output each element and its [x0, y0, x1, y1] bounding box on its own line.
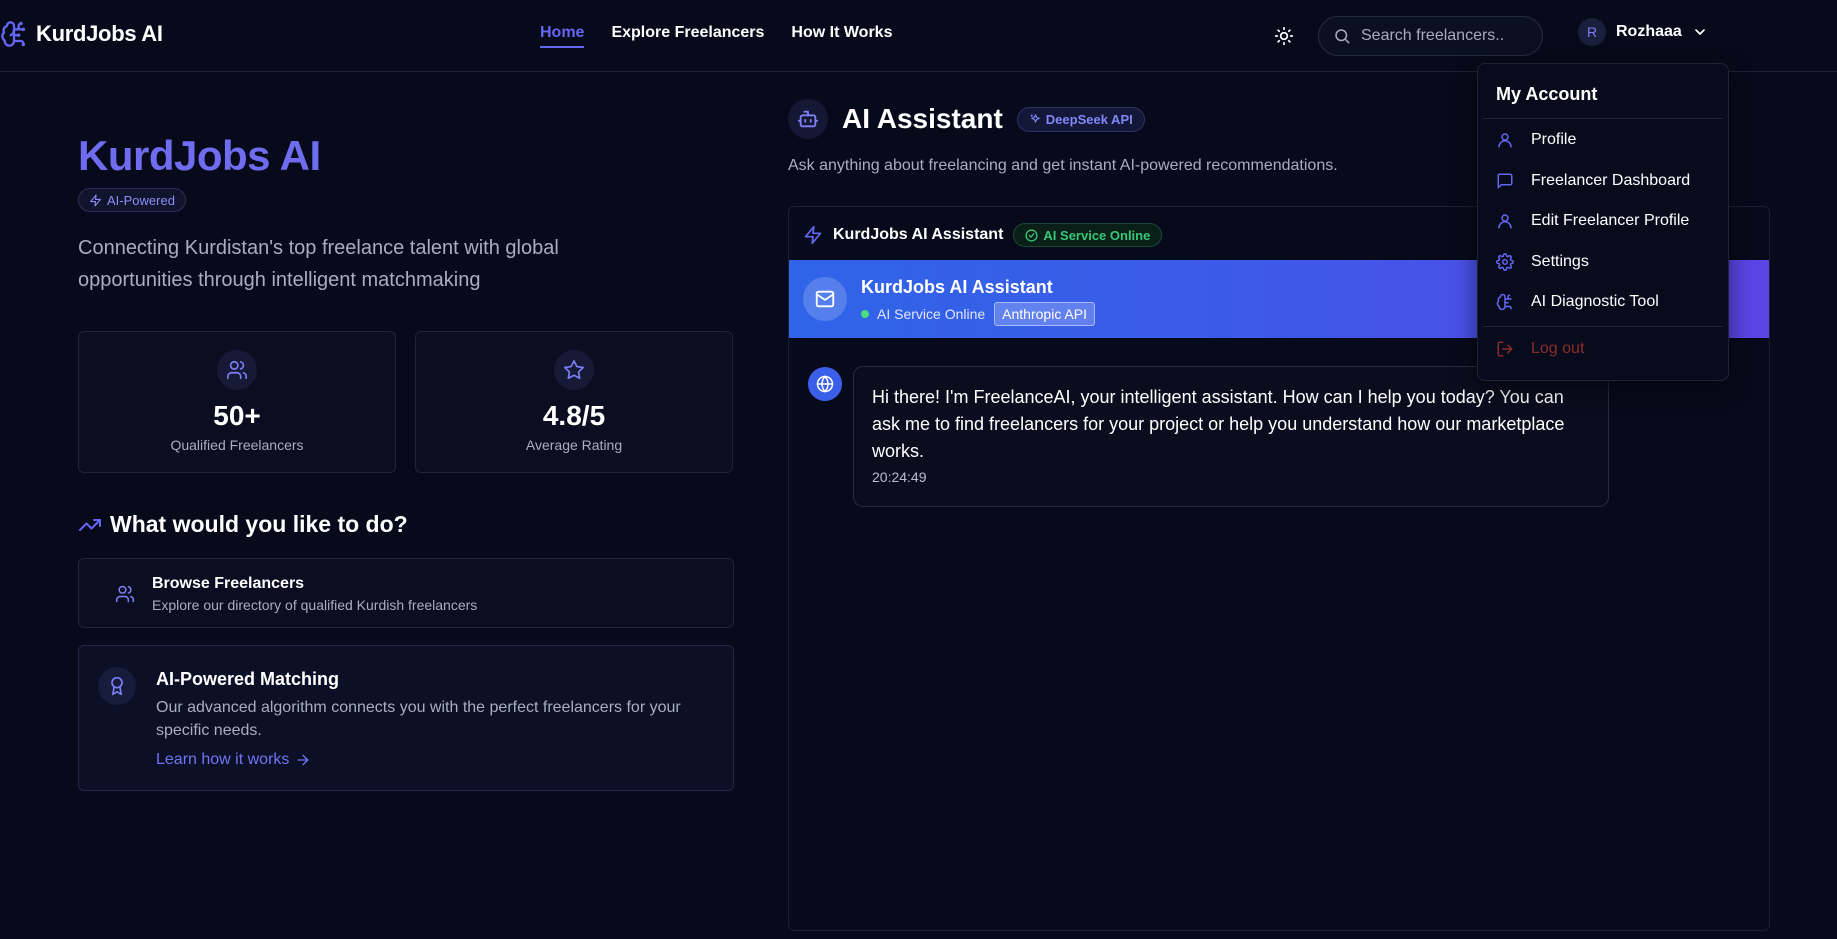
chat-panel-header: KurdJobs AI Assistant AI Service Online: [803, 223, 1163, 247]
assistant-status: AI Service Online Anthropic API: [861, 302, 1095, 326]
status-badge: AI Service Online: [1013, 223, 1163, 247]
chat-panel-title: KurdJobs AI Assistant: [833, 226, 1004, 243]
users-icon: [115, 584, 135, 604]
online-dot-icon: [861, 310, 869, 318]
ai-matching-card: AI-Powered Matching Our advanced algorit…: [78, 645, 734, 791]
browse-title: Browse Freelancers: [152, 575, 305, 592]
status-badge-label: AI Service Online: [1043, 227, 1151, 243]
check-circle-icon: [1025, 228, 1038, 242]
assistant-title: AI Assistant: [842, 103, 1003, 134]
award-icon: [98, 667, 136, 705]
menu-item-label: Profile: [1531, 131, 1577, 148]
theme-toggle-button[interactable]: [1274, 26, 1294, 46]
users-icon: [217, 350, 257, 390]
sparkles-icon: [1029, 113, 1042, 126]
assistant-message: Hi there! I'm FreelanceAI, your intellig…: [853, 366, 1609, 507]
menu-item-edit-freelancer-profile[interactable]: Edit Freelancer Profile: [1496, 212, 1689, 230]
stat-label: Qualified Freelancers: [170, 437, 304, 453]
menu-item-label: Settings: [1531, 253, 1589, 270]
brand-name: KurdJobs AI: [36, 21, 163, 46]
message-text: Hi there! I'm FreelanceAI, your intellig…: [872, 387, 1565, 461]
user-menu-trigger[interactable]: R Rozhaaa: [1578, 18, 1708, 46]
section-heading: What would you like to do?: [78, 511, 408, 538]
brain-icon: [1496, 293, 1514, 311]
message-timestamp: 20:24:49: [872, 469, 927, 485]
matching-description: Our advanced algorithm connects you with…: [156, 699, 681, 739]
globe-icon: [808, 367, 842, 401]
zap-icon: [803, 225, 823, 245]
stat-value: 50+: [213, 400, 261, 431]
divider: [1483, 118, 1723, 119]
mail-icon: [803, 277, 847, 321]
status-text: AI Service Online: [877, 306, 986, 322]
star-icon: [554, 350, 594, 390]
browse-freelancers-card[interactable]: Browse Freelancers Explore our directory…: [78, 558, 734, 628]
menu-item-freelancer-dashboard[interactable]: Freelancer Dashboard: [1496, 172, 1690, 190]
link-label: Learn how it works: [156, 751, 290, 768]
menu-item-label: Log out: [1531, 340, 1585, 357]
nav-how-it-works[interactable]: How It Works: [791, 24, 892, 48]
ai-powered-badge: AI-Powered: [78, 188, 186, 212]
menu-item-label: Edit Freelancer Profile: [1531, 212, 1690, 229]
user-icon: [1496, 212, 1514, 230]
trending-up-icon: [78, 513, 102, 537]
anthropic-api-badge: Anthropic API: [994, 302, 1095, 326]
menu-item-profile[interactable]: Profile: [1496, 131, 1576, 149]
deepseek-api-badge: DeepSeek API: [1016, 106, 1145, 132]
stat-label: Average Rating: [525, 437, 623, 453]
message-square-icon: [1496, 172, 1514, 190]
logo[interactable]: KurdJobs AI: [0, 20, 163, 48]
account-dropdown: My Account Profile Freelancer Dashboard …: [1477, 63, 1729, 381]
menu-item-label: AI Diagnostic Tool: [1531, 293, 1659, 310]
divider: [1483, 326, 1723, 327]
nav-explore-freelancers[interactable]: Explore Freelancers: [611, 24, 764, 48]
stat-card-freelancers: 50+ Qualified Freelancers: [78, 331, 396, 473]
menu-item-log-out[interactable]: Log out: [1496, 340, 1584, 358]
bot-icon: [788, 99, 828, 139]
menu-item-label: Freelancer Dashboard: [1531, 172, 1691, 189]
hero-description: Connecting Kurdistan's top freelance tal…: [78, 237, 559, 291]
nav-home[interactable]: Home: [540, 24, 585, 48]
search-input[interactable]: [1361, 27, 1531, 45]
badge-label: AI-Powered: [107, 192, 175, 208]
assistant-name: KurdJobs AI Assistant: [861, 277, 1053, 297]
search-icon: [1333, 27, 1351, 45]
assistant-subtitle: Ask anything about freelancing and get i…: [788, 157, 1338, 174]
assistant-header: AI Assistant DeepSeek API: [788, 99, 1145, 139]
section-title: What would you like to do?: [110, 511, 408, 537]
avatar: R: [1578, 18, 1606, 46]
stat-value: 4.8/5: [542, 400, 606, 431]
dropdown-title: My Account: [1496, 84, 1598, 104]
browse-subtitle: Explore our directory of qualified Kurdi…: [152, 597, 478, 613]
menu-item-ai-diagnostic-tool[interactable]: AI Diagnostic Tool: [1496, 293, 1659, 311]
main-nav: Home Explore Freelancers How It Works: [540, 24, 892, 48]
learn-how-it-works-link[interactable]: Learn how it works: [156, 751, 311, 769]
gear-icon: [1496, 253, 1514, 271]
hero-title: KurdJobs AI: [78, 132, 321, 179]
user-name: Rozhaaa: [1616, 23, 1682, 40]
sun-icon: [1274, 26, 1294, 46]
zap-icon: [89, 194, 102, 207]
stat-card-rating: 4.8/5 Average Rating: [415, 331, 733, 473]
chevron-down-icon: [1692, 24, 1708, 40]
top-navbar: KurdJobs AI Home Explore Freelancers How…: [0, 0, 1837, 72]
brain-icon: [0, 20, 28, 48]
search-bar: [1318, 16, 1543, 56]
arrow-right-icon: [295, 752, 311, 768]
user-icon: [1496, 131, 1514, 149]
menu-item-settings[interactable]: Settings: [1496, 253, 1589, 271]
matching-title: AI-Powered Matching: [156, 669, 340, 689]
log-out-icon: [1496, 340, 1514, 358]
api-badge-label: DeepSeek API: [1045, 111, 1133, 127]
